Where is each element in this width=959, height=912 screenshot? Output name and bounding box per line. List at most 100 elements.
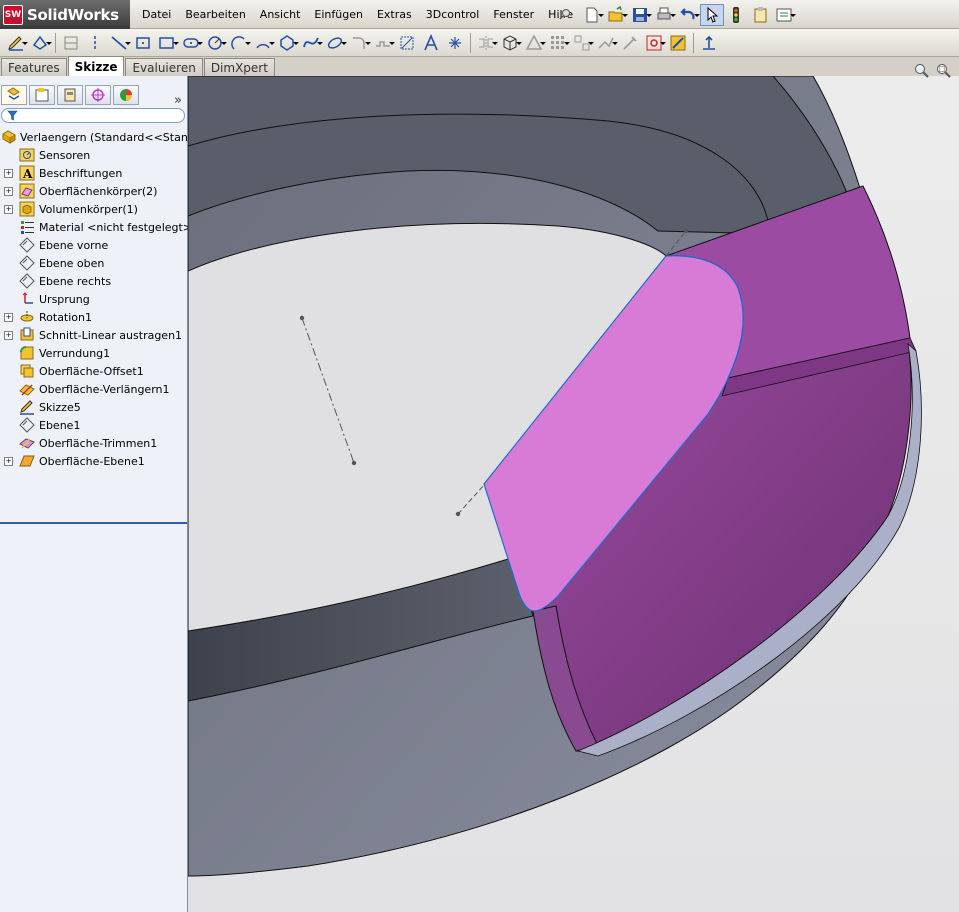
tree-item-label: Ebene1	[39, 418, 81, 432]
tree-item-beschriftungen[interactable]: + A Beschriftungen	[0, 164, 187, 182]
expand-toggle[interactable]: +	[4, 331, 13, 340]
tree-item-ursprung[interactable]: Ursprung	[0, 290, 187, 308]
save-button[interactable]	[628, 4, 652, 26]
tree-item-volumenkoerper[interactable]: + Volumenkörper(1)	[0, 200, 187, 218]
more-tabs-chevron-icon[interactable]: »	[174, 93, 182, 108]
text-button[interactable]	[419, 32, 443, 54]
tree-item-label: Ebene oben	[39, 256, 105, 270]
menu-ansicht[interactable]: Ansicht	[253, 8, 308, 21]
expand-toggle[interactable]: +	[4, 187, 13, 196]
move-entities-button[interactable]	[570, 32, 594, 54]
offset-entities-button[interactable]	[371, 32, 395, 54]
rollback-bar[interactable]	[0, 522, 187, 524]
tree-item-verrundung1[interactable]: Verrundung1	[0, 344, 187, 362]
tree-item-ebene1[interactable]: Ebene1	[0, 416, 187, 434]
sketch-point[interactable]	[455, 511, 461, 517]
tree-item-ebene-rechts[interactable]: Ebene rechts	[0, 272, 187, 290]
normal-to-button[interactable]	[697, 32, 721, 54]
tab-evaluieren[interactable]: Evaluieren	[125, 58, 203, 76]
property-manager-tab[interactable]	[29, 85, 55, 105]
tree-item-ebene-oben[interactable]: Ebene oben	[0, 254, 187, 272]
slot-button[interactable]	[179, 32, 203, 54]
zoom-to-fit-icon[interactable]	[914, 63, 930, 79]
tree-item-oberflaechenkoerper[interactable]: + Oberflächenkörper(2)	[0, 182, 187, 200]
undo-button[interactable]	[676, 4, 700, 26]
expand-toggle[interactable]: +	[4, 205, 13, 214]
tree-item-skizze5[interactable]: Skizze5	[0, 398, 187, 416]
tree-item-ebene-vorne[interactable]: Ebene vorne	[0, 236, 187, 254]
ellipse-button[interactable]	[323, 32, 347, 54]
menu-fenster[interactable]: Fenster	[486, 8, 541, 21]
graphics-area[interactable]	[188, 76, 959, 912]
tree-item-oberflaeche-trimmen1[interactable]: Oberfläche-Trimmen1	[0, 434, 187, 452]
tab-dimxpert[interactable]: DimXpert	[203, 58, 275, 76]
line-button[interactable]	[107, 32, 131, 54]
circle-button[interactable]	[203, 32, 227, 54]
tree-item-oberflaeche-ebene1[interactable]: + Oberfläche-Ebene1	[0, 452, 187, 470]
smart-dimension-button[interactable]	[28, 32, 52, 54]
display-manager-tab[interactable]	[113, 85, 139, 105]
repair-sketch-button[interactable]	[594, 32, 618, 54]
sketch-point[interactable]	[351, 460, 357, 466]
tree-root-part[interactable]: Verlaengern (Standard<<Standar	[0, 128, 206, 146]
menu-bearbeiten[interactable]: Bearbeiten	[178, 8, 252, 21]
options-button[interactable]	[772, 4, 796, 26]
rectangle-button[interactable]	[155, 32, 179, 54]
linear-pattern-button[interactable]	[546, 32, 570, 54]
point-button[interactable]	[443, 32, 467, 54]
select-tool-button[interactable]	[700, 3, 724, 26]
quick-snaps-button[interactable]	[618, 32, 642, 54]
centerline-button[interactable]	[83, 32, 107, 54]
tree-item-sensoren[interactable]: Sensoren	[0, 146, 187, 164]
file-properties-button[interactable]	[748, 4, 772, 26]
app-logo[interactable]: SW SolidWorks	[0, 0, 130, 29]
pin-menu-icon[interactable]	[559, 8, 571, 20]
new-file-button[interactable]	[580, 4, 604, 26]
tree-item-label: Oberfläche-Trimmen1	[39, 436, 158, 450]
spline-button[interactable]	[299, 32, 323, 54]
feature-filter-input[interactable]	[1, 108, 185, 123]
tree-item-rotation1[interactable]: + Rotation1	[0, 308, 187, 326]
menu-3dcontrol[interactable]: 3Dcontrol	[419, 8, 487, 21]
menu-datei[interactable]: Datei	[135, 8, 178, 21]
expand-toggle[interactable]: +	[4, 457, 13, 466]
configuration-manager-tab[interactable]	[57, 85, 83, 105]
expand-toggle[interactable]: +	[4, 169, 13, 178]
open-file-button[interactable]	[604, 4, 628, 26]
tab-features[interactable]: Features	[1, 58, 67, 76]
add-relation-button[interactable]	[522, 32, 546, 54]
rectangle-center-button[interactable]	[131, 32, 155, 54]
trim-surface-icon	[19, 438, 35, 449]
tangent-arc-button[interactable]	[251, 32, 275, 54]
fillet-sketch-button[interactable]	[347, 32, 371, 54]
menu-einfuegen[interactable]: Einfügen	[307, 8, 370, 21]
polygon-button[interactable]	[275, 32, 299, 54]
expand-toggle[interactable]: +	[4, 313, 13, 322]
feature-manager-tab[interactable]	[1, 85, 27, 105]
instant-3d-button[interactable]	[666, 32, 690, 54]
repair-sketch-icon	[598, 37, 614, 49]
menu-extras[interactable]: Extras	[370, 8, 419, 21]
arc-button[interactable]	[227, 32, 251, 54]
tree-item-schnitt-linear[interactable]: + Schnitt-Linear austragen1	[0, 326, 187, 344]
tab-skizze[interactable]: Skizze	[67, 56, 125, 76]
display-relations-button[interactable]	[59, 32, 83, 54]
model-view[interactable]	[188, 76, 959, 912]
sketch-picture-button[interactable]	[642, 32, 666, 54]
rebuild-button[interactable]	[724, 4, 748, 26]
tree-item-oberflaeche-offset1[interactable]: Oberfläche-Offset1	[0, 362, 187, 380]
3d-sketch-button[interactable]	[498, 32, 522, 54]
zoom-to-area-icon[interactable]	[936, 63, 952, 79]
convert-entities-button[interactable]	[395, 32, 419, 54]
tree-item-material[interactable]: Material <nicht festgelegt>	[0, 218, 192, 236]
sketch-fillet-icon	[353, 36, 365, 49]
tree-item-oberflaeche-verlaengern1[interactable]: Oberfläche-Verlängern1	[0, 380, 187, 398]
dimxpert-manager-tab[interactable]	[85, 85, 111, 105]
sketch-point[interactable]	[683, 228, 689, 234]
mirror-entities-button[interactable]	[474, 32, 498, 54]
sketch-button[interactable]	[4, 32, 28, 54]
print-button[interactable]	[652, 4, 676, 26]
sketch-point[interactable]	[299, 315, 305, 321]
title-menu-bar: SW SolidWorks Datei Bearbeiten Ansicht E…	[0, 0, 959, 29]
solid-bodies-icon	[19, 201, 35, 217]
